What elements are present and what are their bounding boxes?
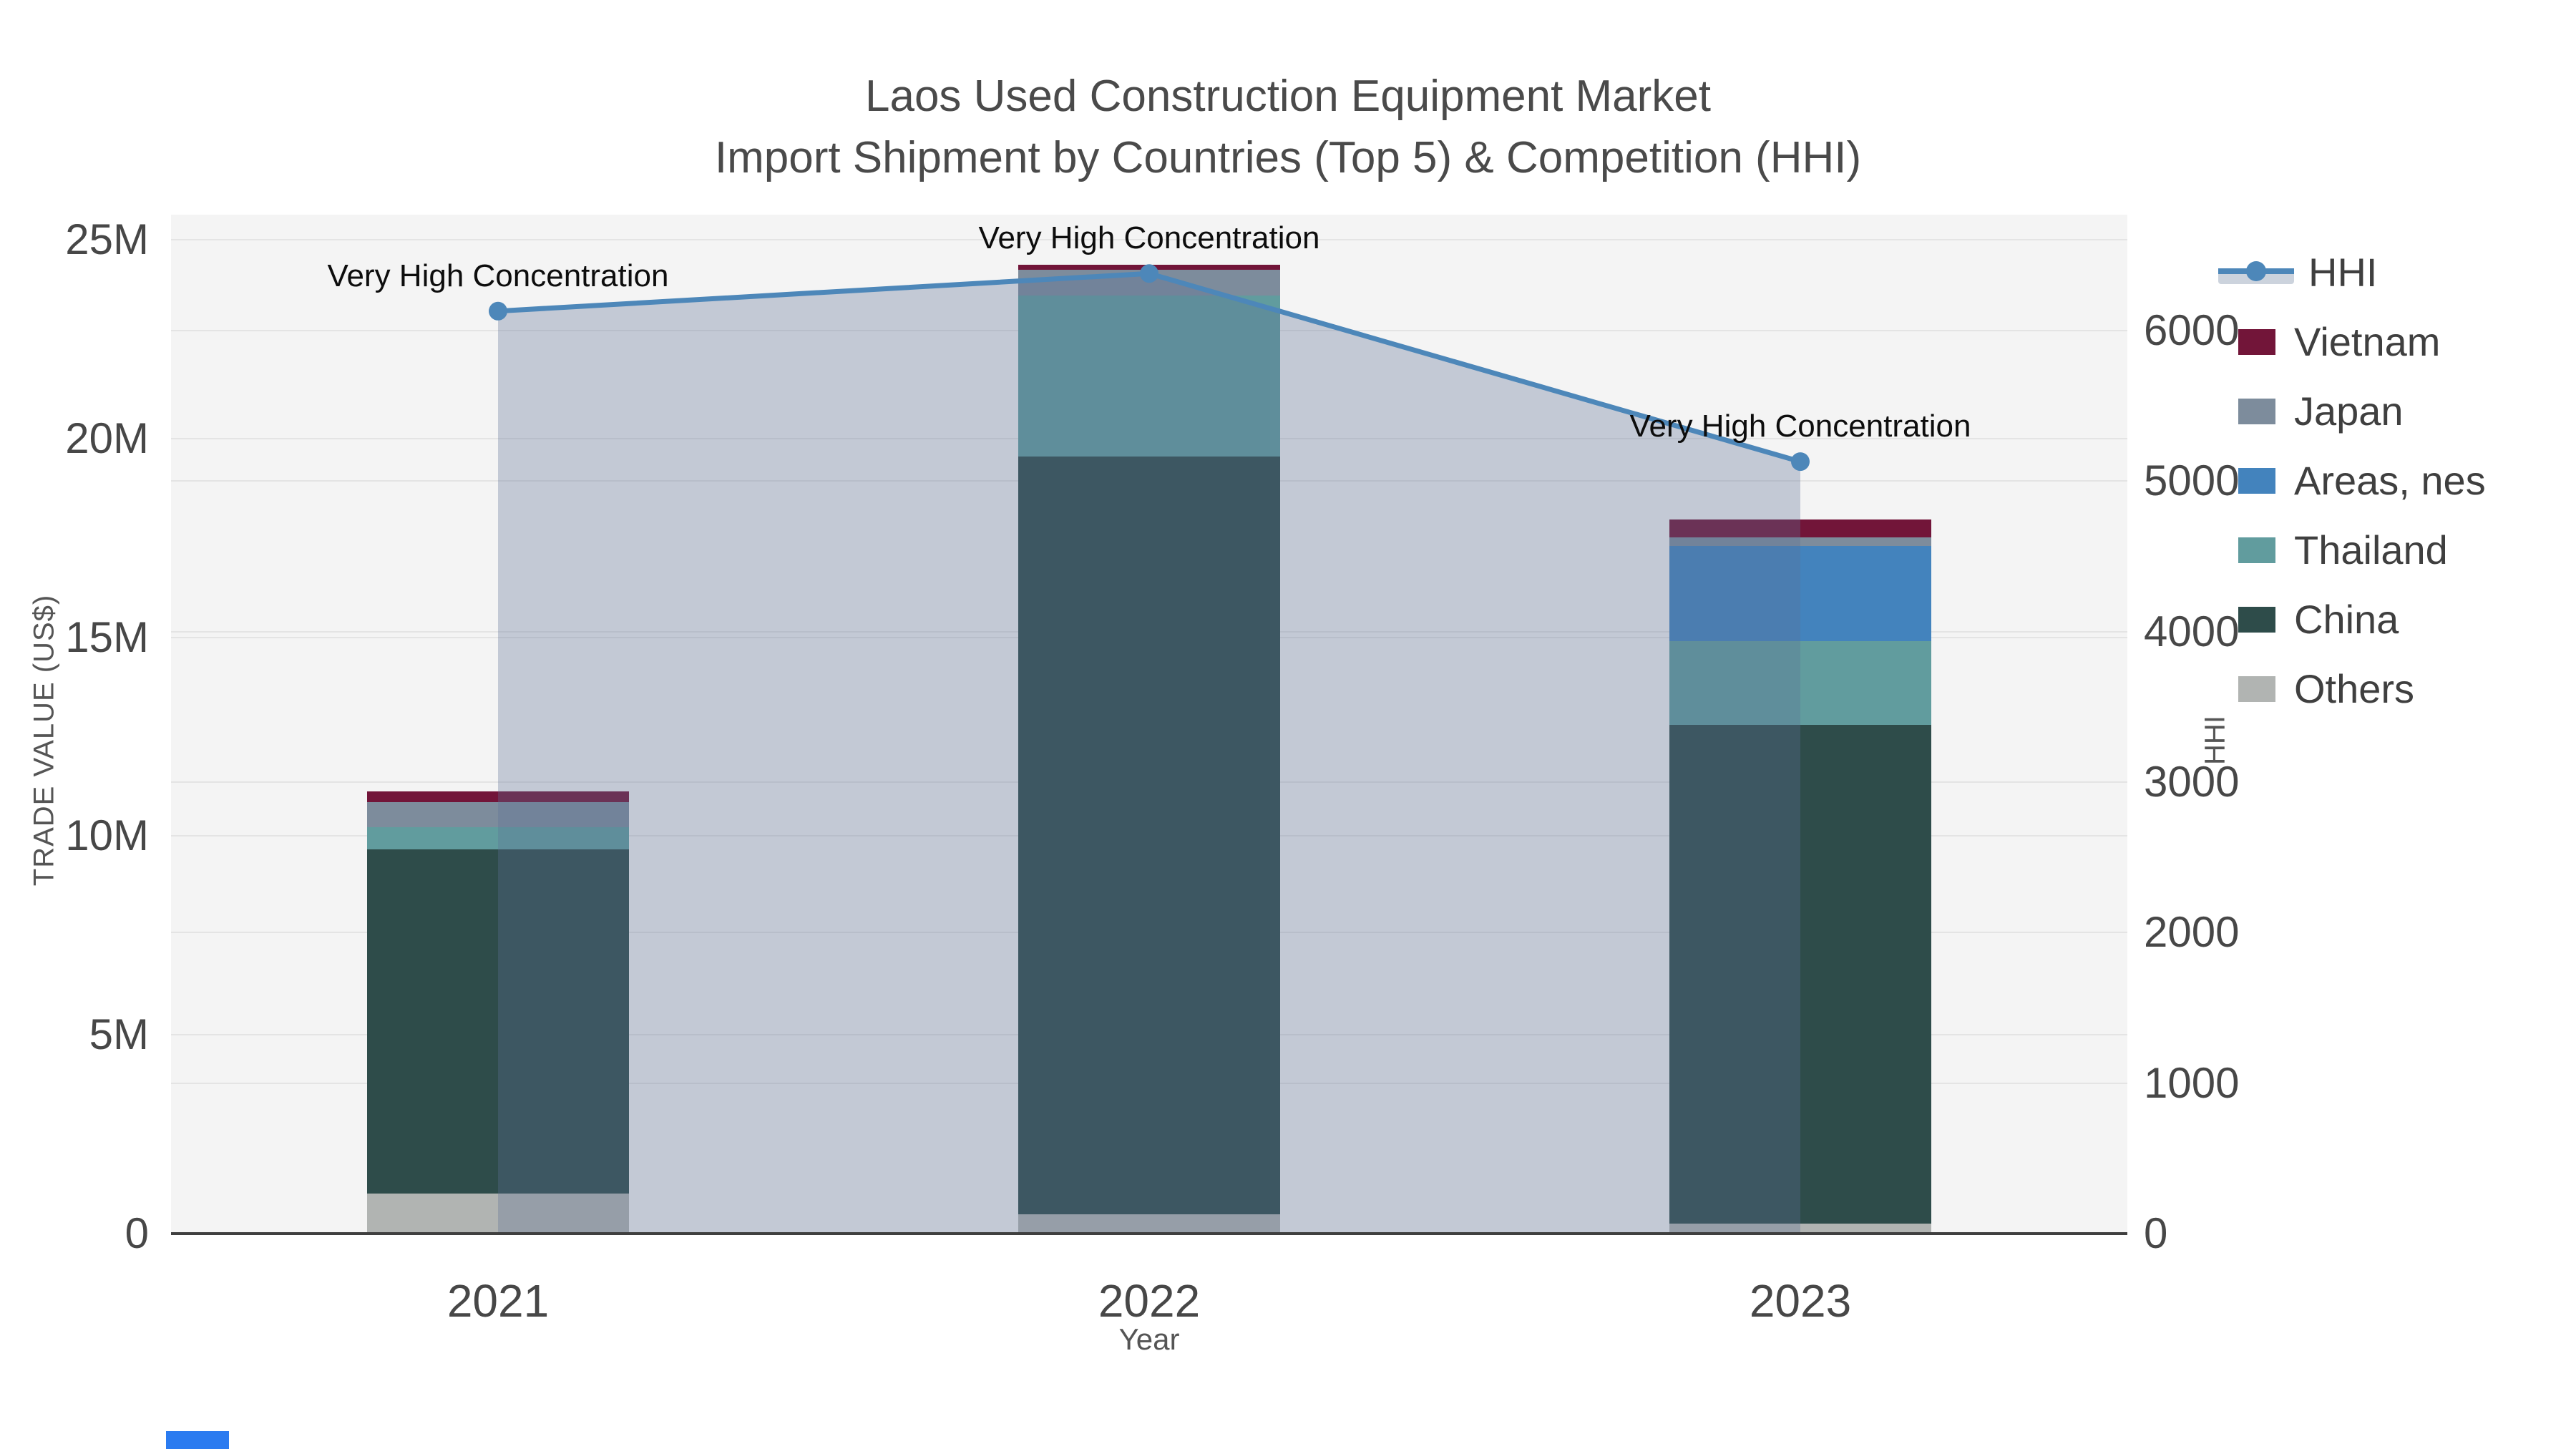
legend-label-china: China [2294,597,2399,642]
legend-label-others: Others [2294,666,2415,711]
chart-title-line1: Laos Used Construction Equipment Market [864,72,1712,121]
legend-item-thailand[interactable]: Thailand [2218,515,2562,585]
legend-swatch-japan [2238,398,2275,424]
y-right-tick-0: 0 [2144,1209,2168,1257]
legend: HHI Vietnam Japan Areas, nes Thailand China Ot… [2218,238,2562,723]
legend-label-hhi: HHI [2308,250,2378,295]
legend-swatch-vietnam [2238,328,2275,355]
hhi-line-layer [489,264,1810,1234]
hhi-marker-2022[interactable] [1140,264,1158,283]
bottom-left-accent-strip [166,1431,229,1449]
legend-label-areas-nes: Areas, nes [2294,458,2486,503]
x-tick-2023: 2023 [1749,1275,1852,1327]
annotation-2022: Very High Concentration [978,220,1320,256]
legend-item-others[interactable]: Others [2218,654,2562,723]
legend-item-china[interactable]: China [2218,585,2562,654]
legend-item-vietnam[interactable]: Vietnam [2218,307,2562,376]
x-tick-2021: 2021 [447,1275,550,1327]
legend-swatch-others [2238,675,2275,702]
hhi-line-legend-icon [2218,258,2294,287]
hhi-marker-2023[interactable] [1791,452,1810,472]
x-axis-line [171,1232,2127,1235]
legend-label-japan: Japan [2294,389,2404,434]
hhi-marker-swatch [2246,260,2266,281]
x-axis-title: Year [1118,1322,1180,1356]
legend-item-areas-nes[interactable]: Areas, nes [2218,446,2562,515]
legend-swatch-china [2238,606,2275,633]
legend-swatch-thailand [2238,537,2275,563]
y-axis-left-title: TRADE VALUE (US$) [28,594,60,887]
legend-label-thailand: Thailand [2294,527,2448,572]
hhi-area-fill [498,273,1800,1234]
y-left-tick-5M: 5M [89,1010,149,1059]
y-right-tick-2000: 2000 [2144,908,2240,957]
legend-swatch-areas-nes [2238,467,2275,494]
x-tick-2022: 2022 [1098,1275,1201,1327]
y-left-tick-20M: 20M [65,414,149,462]
annotation-2023: Very High Concentration [1629,409,1971,444]
y-left-tick-0: 0 [125,1209,149,1257]
y-right-tick-1000: 1000 [2144,1058,2240,1107]
legend-item-japan[interactable]: Japan [2218,376,2562,446]
annotation-2021: Very High Concentration [327,258,669,293]
hhi-marker-2021[interactable] [489,301,507,321]
legend-item-hhi[interactable]: HHI [2218,238,2562,307]
chart-title: Laos Used Construction Equipment Market … [0,66,2576,189]
legend-label-vietnam: Vietnam [2294,319,2441,364]
y-right-tick-3000: 3000 [2144,758,2240,806]
y-left-tick-25M: 25M [65,215,149,263]
chart-title-line2: Import Shipment by Countries (Top 5) & C… [714,133,1862,182]
y-left-tick-15M: 15M [65,613,149,661]
hhi-import-chart: Laos Used Construction Equipment Market … [0,0,2576,1449]
y-left-tick-10M: 10M [65,811,149,860]
